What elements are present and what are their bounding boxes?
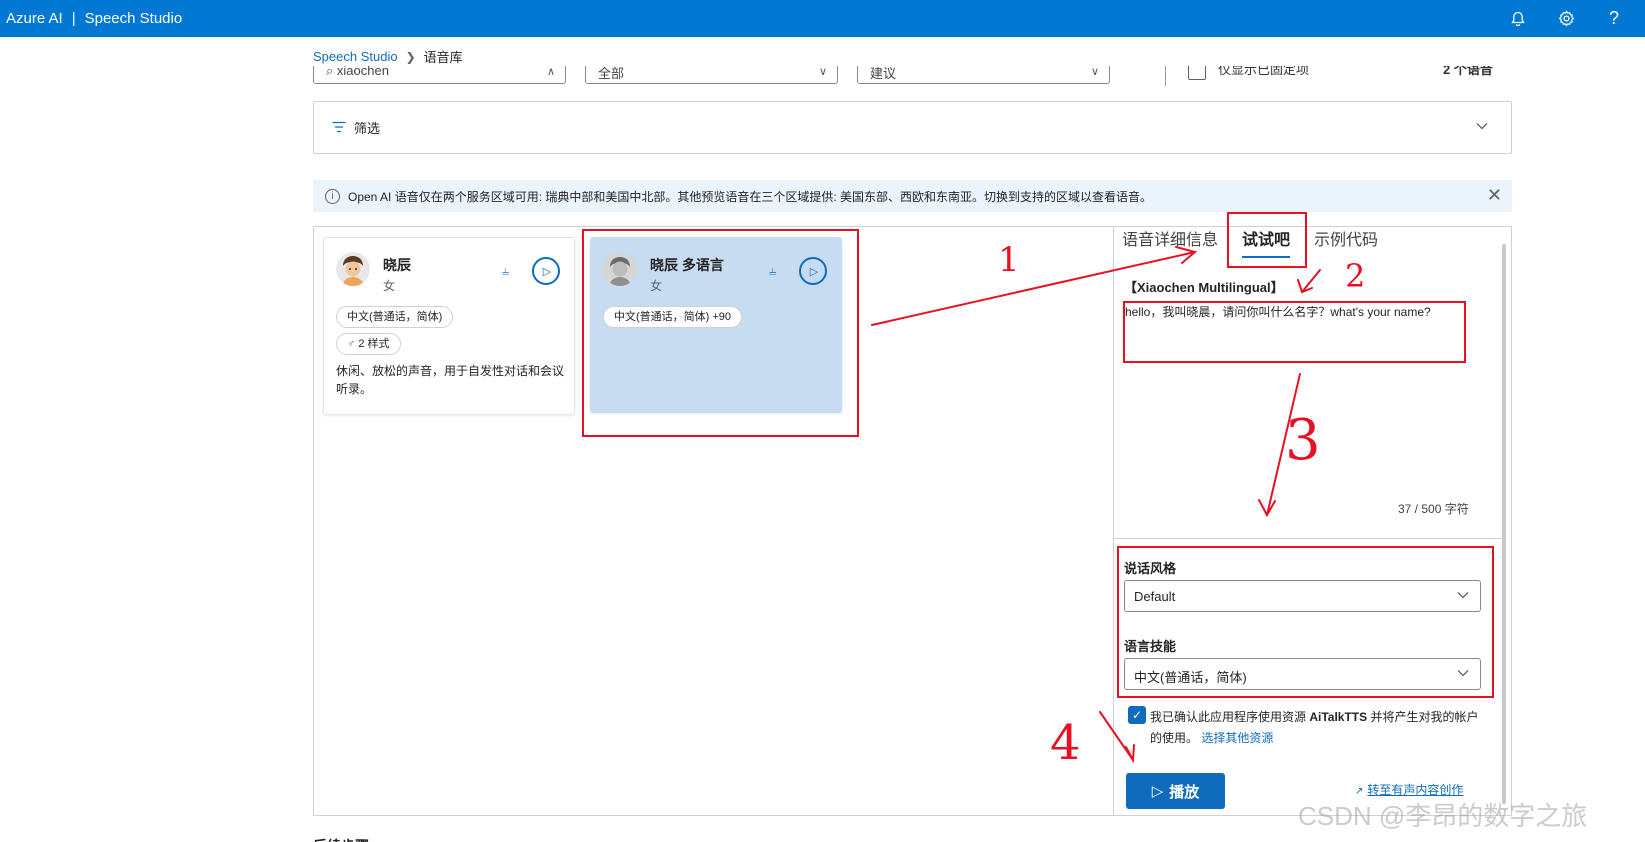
next-steps-heading: 后续步骤 bbox=[313, 836, 369, 842]
chevron-down-icon bbox=[1456, 666, 1470, 681]
tab-voice-details[interactable]: 语音详细信息 bbox=[1122, 226, 1218, 258]
brand-separator: | bbox=[71, 10, 76, 27]
breadcrumb-root-link[interactable]: Speech Studio bbox=[313, 49, 398, 64]
locale-select-value: 全部 bbox=[598, 66, 625, 81]
character-counter: 37 / 500 字符 bbox=[1398, 502, 1469, 516]
help-icon[interactable]: ? bbox=[1605, 8, 1623, 28]
scrollbar[interactable] bbox=[1502, 244, 1506, 804]
speaking-style-select[interactable]: Default bbox=[1124, 580, 1481, 612]
panel-divider bbox=[1113, 226, 1114, 816]
info-message-bar: i Open AI 语音仅在两个服务区域可用: 瑞典中部和美国中北部。其他预览语… bbox=[313, 180, 1512, 212]
chevron-up-icon: ∧ bbox=[546, 66, 555, 78]
brand-name: Azure AI bbox=[6, 10, 63, 27]
breadcrumb: Speech Studio ❯ 语音库 bbox=[313, 47, 463, 66]
avatar bbox=[336, 252, 370, 286]
search-icon: ⌕ bbox=[326, 66, 334, 78]
speaking-style-value: Default bbox=[1134, 589, 1176, 604]
tab-sample-code[interactable]: 示例代码 bbox=[1314, 226, 1378, 258]
chevron-right-icon: ❯ bbox=[405, 49, 416, 64]
play-button-label: 播放 bbox=[1169, 783, 1200, 801]
consent-resource: AiTalkTTS bbox=[1309, 710, 1368, 724]
language-skill-value: 中文(普通话，简体) bbox=[1134, 670, 1247, 685]
avatar bbox=[603, 252, 637, 286]
tts-text-input[interactable]: hello，我叫晓晨，请问你叫什么名字？what's your name? bbox=[1125, 304, 1455, 321]
brand[interactable]: Azure AI | Speech Studio bbox=[0, 10, 182, 27]
voice-card[interactable]: 晓辰 女 ⫨ ▷ 中文(普通话，简体) ♂ 2 样式 休闲、放松的声音，用于自发… bbox=[323, 237, 575, 415]
speaking-style-label: 说话风格 bbox=[1124, 561, 1177, 576]
top-bar: Azure AI | Speech Studio ? bbox=[0, 0, 1645, 37]
section-divider bbox=[1113, 538, 1503, 539]
audio-link-label: 转至有声内容创作 bbox=[1367, 783, 1464, 797]
play-icon: ▷ bbox=[1151, 783, 1164, 800]
chevron-down-icon[interactable] bbox=[1475, 118, 1489, 134]
chevron-down-icon: ∨ bbox=[1090, 66, 1099, 78]
style-chip-label: 2 样式 bbox=[358, 338, 390, 350]
product-name: Speech Studio bbox=[84, 10, 183, 27]
detail-tabs: 语音详细信息 试试吧 示例代码 bbox=[1122, 226, 1378, 258]
search-value: xiaochen bbox=[336, 66, 389, 78]
bell-icon[interactable] bbox=[1509, 10, 1527, 28]
filter-label: 筛选 bbox=[354, 121, 381, 136]
voice-card-selected[interactable]: 晓辰 多语言 女 ⫨ ▷ 中文(普通话，简体) +90 bbox=[590, 237, 842, 413]
filter-icon bbox=[332, 120, 346, 136]
voice-description: 休闲、放松的声音，用于自发性对话和会议听录。 bbox=[336, 364, 565, 396]
sort-select-value: 建议 bbox=[870, 66, 897, 81]
play-button[interactable]: ▷ 播放 bbox=[1126, 773, 1225, 809]
people-icon: ♂ bbox=[347, 338, 356, 350]
pin-icon[interactable]: ⫨ bbox=[769, 263, 776, 279]
pin-icon[interactable]: ⫨ bbox=[502, 263, 509, 279]
locale-chip: 中文(普通话，简体) bbox=[336, 306, 454, 328]
style-chip: ♂ 2 样式 bbox=[336, 333, 401, 355]
pinned-only-checkbox[interactable] bbox=[1188, 66, 1206, 80]
consent-prefix: 我已确认此应用程序使用资源 bbox=[1150, 710, 1310, 724]
locale-select[interactable]: 全部 ∨ bbox=[585, 66, 838, 84]
selected-voice-title: 【Xiaochen Multilingual】 bbox=[1124, 280, 1284, 295]
gear-icon[interactable] bbox=[1557, 10, 1575, 28]
choose-resource-link[interactable]: 选择其他资源 bbox=[1201, 731, 1273, 745]
language-skill-label: 语言技能 bbox=[1124, 639, 1177, 654]
tab-try-it[interactable]: 试试吧 bbox=[1242, 226, 1291, 258]
voice-name: 晓辰 多语言 bbox=[650, 257, 724, 273]
breadcrumb-current: 语音库 bbox=[423, 50, 463, 65]
close-icon[interactable]: ✕ bbox=[1487, 185, 1502, 206]
filter-panel[interactable]: 筛选 bbox=[313, 101, 1512, 154]
sort-select[interactable]: 建议 ∨ bbox=[857, 66, 1110, 84]
voice-gender: 女 bbox=[383, 279, 396, 293]
play-icon[interactable]: ▷ bbox=[799, 257, 827, 285]
chevron-down-icon: ∨ bbox=[818, 66, 827, 78]
voice-name: 晓辰 bbox=[383, 257, 411, 273]
search-row: ⌕ xiaochen ∧ 全部 ∨ 建议 ∨ 仅显示已固定项 2 个语音 bbox=[313, 66, 1513, 90]
chevron-down-icon bbox=[1456, 588, 1470, 603]
pinned-only-label: 仅显示已固定项 bbox=[1218, 66, 1310, 77]
language-skill-select[interactable]: 中文(普通话，简体) bbox=[1124, 658, 1481, 690]
play-icon[interactable]: ▷ bbox=[532, 257, 560, 285]
info-text: Open AI 语音仅在两个服务区域可用: 瑞典中部和美国中北部。其他预览语音在… bbox=[348, 189, 1153, 204]
watermark: CSDN @李昂的数字之旅 bbox=[1298, 801, 1588, 831]
consent-checkbox[interactable]: ✓ bbox=[1128, 706, 1146, 724]
consent-text: 我已确认此应用程序使用资源 AiTalkTTS 并将产生对我的帐户的使用。 选择… bbox=[1150, 707, 1490, 749]
result-count: 2 个语音 bbox=[1443, 66, 1493, 77]
search-input[interactable]: ⌕ xiaochen ∧ bbox=[313, 66, 566, 84]
divider bbox=[1165, 66, 1166, 86]
locale-chip: 中文(普通话，简体) +90 bbox=[603, 306, 743, 328]
voice-gender: 女 bbox=[650, 279, 663, 293]
info-icon: i bbox=[325, 188, 340, 204]
